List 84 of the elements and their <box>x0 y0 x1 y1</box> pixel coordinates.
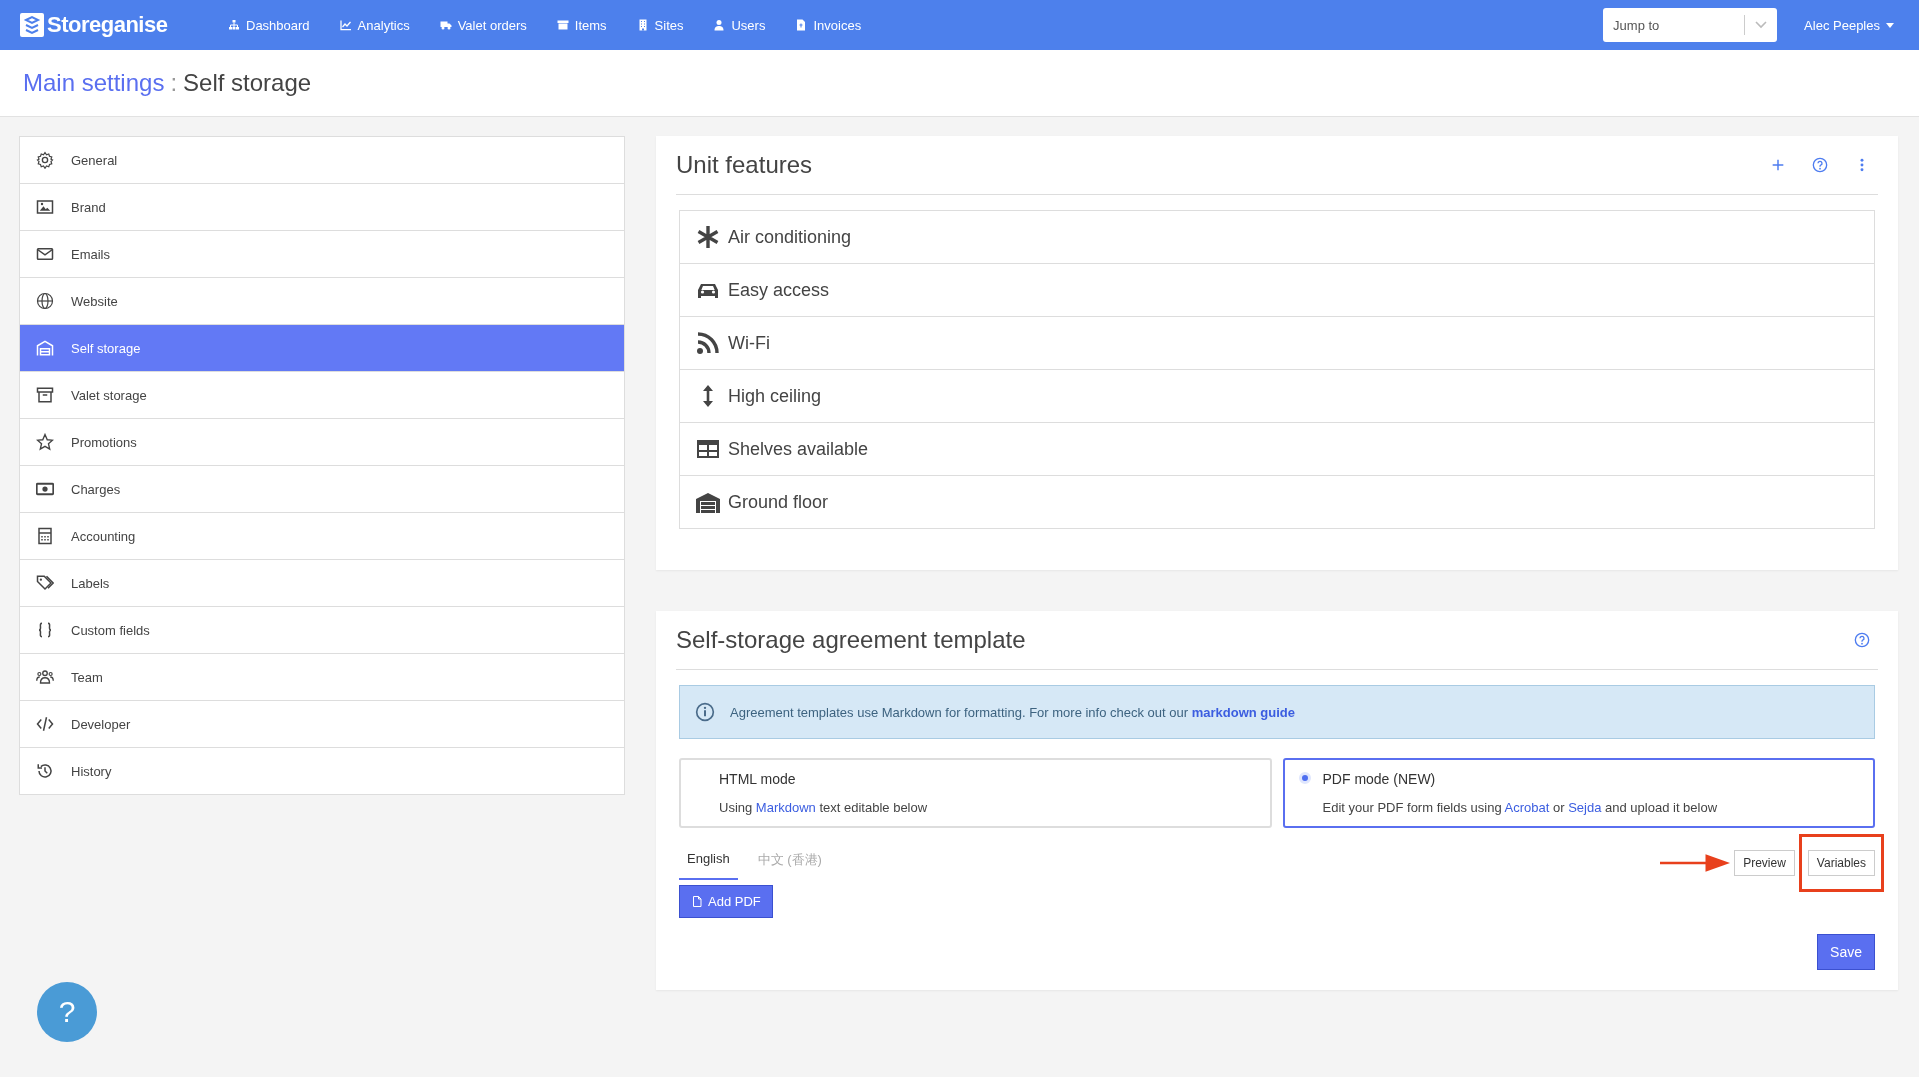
breadcrumb-separator: : <box>170 69 178 97</box>
signal-icon <box>696 331 720 355</box>
menu-item[interactable]: Promotions <box>20 419 624 466</box>
file-icon <box>691 895 703 908</box>
team-icon <box>36 668 54 686</box>
info-icon <box>695 702 715 722</box>
history-icon <box>36 762 54 780</box>
feature-row[interactable]: High ceiling <box>680 370 1874 423</box>
garage-icon <box>36 339 54 357</box>
archive-icon <box>36 386 54 404</box>
star-icon <box>36 433 54 451</box>
nav-link[interactable]: Sites <box>636 17 684 33</box>
sitemap-icon <box>228 19 240 31</box>
panel-title: Self-storage agreement template <box>676 626 1026 654</box>
mode-description: Edit your PDF form fields using Acrobat or Sejda and upload it below <box>1322 800 1718 815</box>
nav-link[interactable]: Valet orders <box>439 17 527 33</box>
menu-item[interactable]: Developer <box>20 701 624 748</box>
braces-icon <box>36 621 54 639</box>
calculator-icon <box>36 527 54 545</box>
user-icon <box>713 19 726 31</box>
language-tab[interactable]: English <box>679 845 738 880</box>
mode-option[interactable]: PDF mode (NEW) Edit your PDF form fields using Acrobat or Sejda and upload it below <box>1282 758 1875 828</box>
envelope-icon <box>36 245 54 263</box>
table-icon <box>696 437 720 461</box>
menu-item[interactable]: Self storage <box>20 325 624 372</box>
menu-item[interactable]: Custom fields <box>20 607 624 654</box>
feature-row[interactable]: Wi-Fi <box>680 317 1874 370</box>
preview-button[interactable]: Preview <box>1734 849 1795 876</box>
link[interactable]: Sejda <box>1568 800 1602 815</box>
add-pdf-button[interactable]: Add PDF <box>679 885 773 918</box>
image-icon <box>36 198 54 216</box>
jump-to-field[interactable]: Jump to <box>1603 8 1745 42</box>
add-icon[interactable] <box>1770 157 1786 173</box>
warehouse-icon <box>696 490 720 514</box>
menu-item[interactable]: General <box>20 137 624 184</box>
banknote-icon <box>36 480 54 498</box>
asterisk-icon <box>696 225 720 249</box>
feature-row[interactable]: Air conditioning <box>680 211 1874 264</box>
logo-text: Storeganise <box>47 12 168 38</box>
tags-icon <box>36 574 54 592</box>
radio-button[interactable] <box>1298 772 1311 784</box>
link[interactable]: Markdown <box>755 800 816 815</box>
mode-option[interactable]: HTML mode Using Markdown text editable below <box>679 758 1272 828</box>
info-text: Agreement templates use Markdown for formatting. For more info check out our markdown guide <box>730 704 1295 720</box>
breadcrumb-link[interactable]: Main settings <box>23 69 165 97</box>
nav-link[interactable]: Analytics <box>339 17 410 33</box>
page-title: Self storage <box>183 69 312 97</box>
truck-icon <box>439 19 452 31</box>
menu-item[interactable]: Brand <box>20 184 624 231</box>
link[interactable]: Acrobat <box>1504 800 1550 815</box>
dropdown-toggle[interactable] <box>1744 8 1778 42</box>
feature-row[interactable]: Easy access <box>680 264 1874 317</box>
menu-item[interactable]: Accounting <box>20 513 624 560</box>
chevron-down-icon <box>1755 21 1768 29</box>
settings-icon <box>36 151 54 169</box>
mode-title: HTML mode <box>719 771 797 787</box>
menu-item[interactable]: Charges <box>20 466 624 513</box>
nav-link[interactable]: Users <box>713 17 766 33</box>
logo-icon <box>20 13 44 37</box>
help-icon[interactable] <box>1812 157 1828 173</box>
code-icon <box>36 715 54 733</box>
feature-row[interactable]: Ground floor <box>680 476 1874 528</box>
feature-row[interactable]: Shelves available <box>680 423 1874 476</box>
menu-item[interactable]: Labels <box>20 560 624 607</box>
markdown-guide-link[interactable]: markdown guide <box>1191 704 1295 720</box>
help-icon[interactable] <box>1854 632 1870 648</box>
document-icon <box>795 19 808 31</box>
mode-description: Using Markdown text editable below <box>719 800 928 815</box>
line-chart-icon <box>339 19 352 31</box>
nav-link[interactable]: Dashboard <box>228 17 310 33</box>
globe-icon <box>36 292 54 310</box>
panel-title: Unit features <box>676 151 813 179</box>
caret-icon <box>1886 22 1894 28</box>
save-button[interactable]: Save <box>1817 934 1875 970</box>
menu-item[interactable]: Team <box>20 654 624 701</box>
mode-title: PDF mode (NEW) <box>1322 771 1437 787</box>
menu-item[interactable]: Valet storage <box>20 372 624 419</box>
box-icon <box>556 19 569 31</box>
nav-link[interactable]: Items <box>556 17 607 33</box>
nav-link[interactable]: Invoices <box>795 17 862 33</box>
menu-item[interactable]: History <box>20 748 624 794</box>
user-menu[interactable]: Alec Peeples <box>1804 17 1894 33</box>
variables-button[interactable]: Variables <box>1807 849 1875 876</box>
menu-item[interactable]: Emails <box>20 231 624 278</box>
